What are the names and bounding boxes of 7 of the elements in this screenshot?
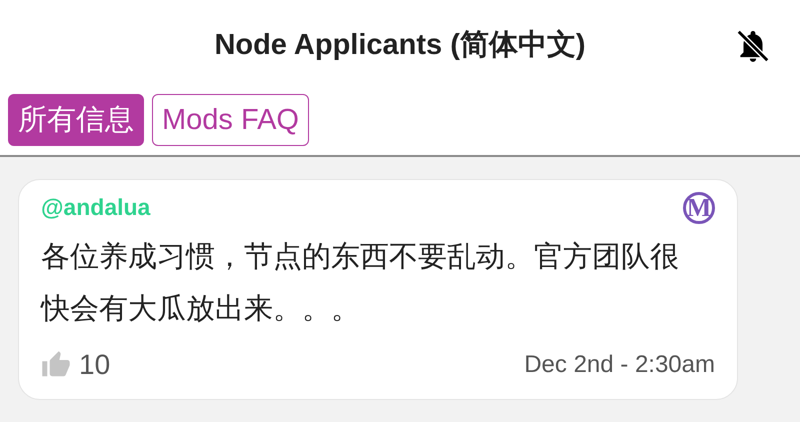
like-count: 10 [79, 349, 110, 381]
message-time: Dec 2nd - 2:30am [524, 351, 715, 379]
channel-title: Node Applicants (简体中文) [214, 28, 586, 63]
tab[interactable]: Mods FAQ [152, 94, 309, 146]
moderator-badge: M [683, 192, 715, 224]
message-text: 各位养成习惯，节点的东西不要乱动。官方团队很快会有大瓜放出来。。。 [41, 240, 680, 327]
tab[interactable]: 所有信息 [8, 94, 144, 146]
